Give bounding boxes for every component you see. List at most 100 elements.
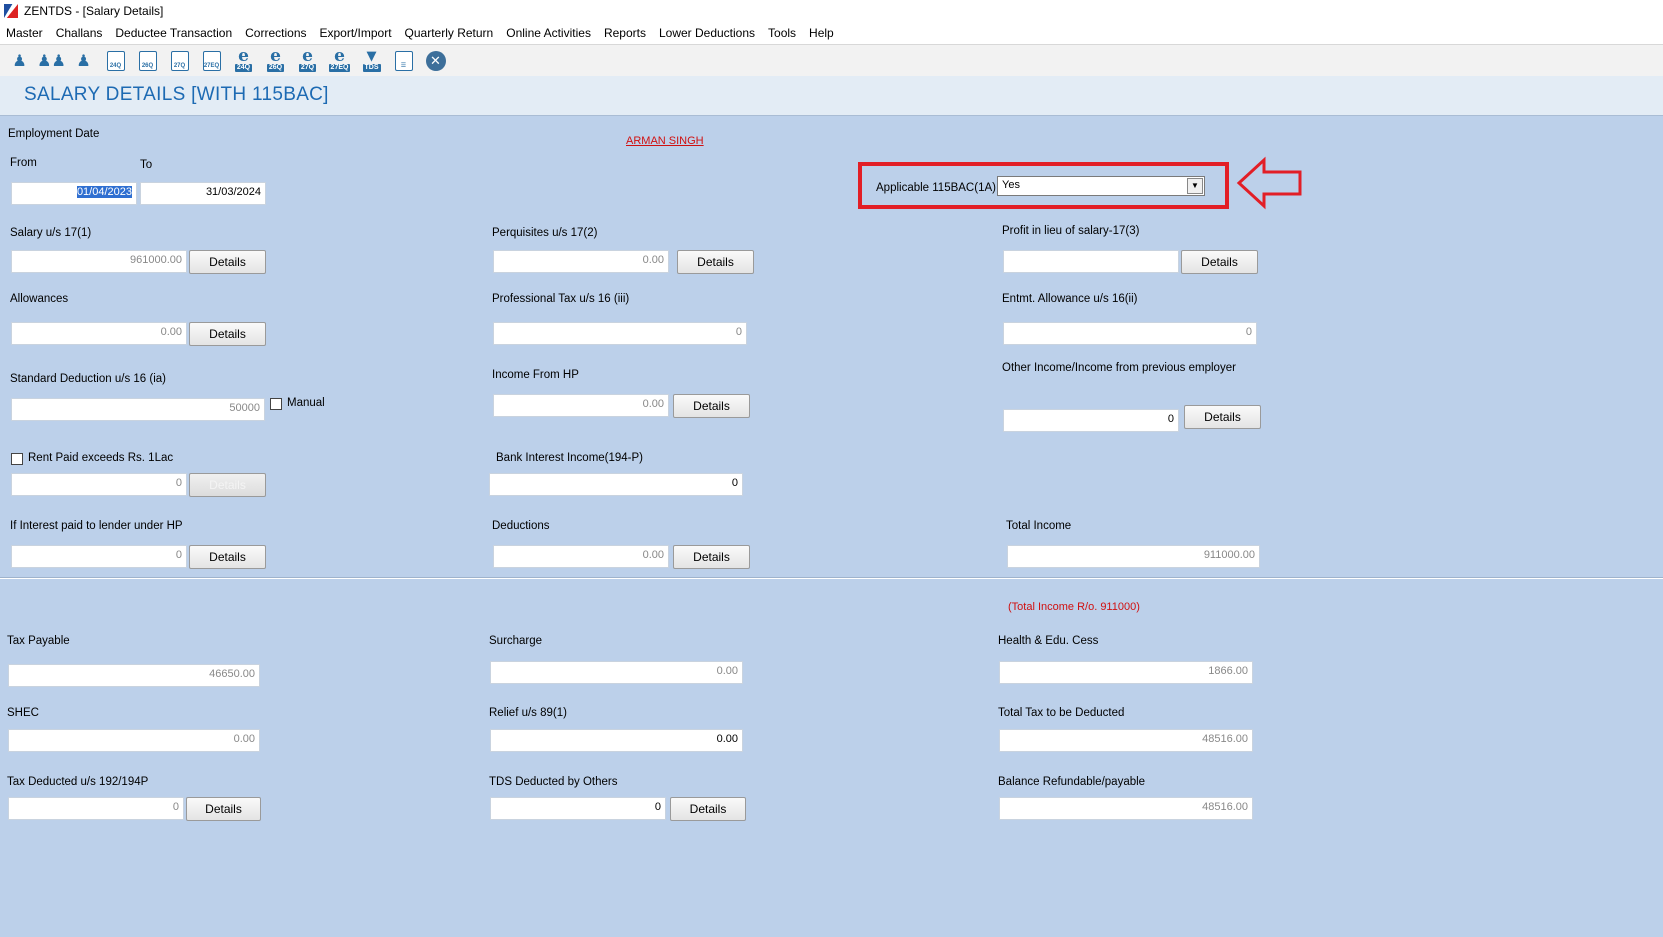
profit-17-3-field[interactable]: [1003, 250, 1179, 273]
interest-lender-field[interactable]: 0: [11, 545, 187, 568]
close-button[interactable]: ✕: [422, 48, 449, 74]
tds-others-label: TDS Deducted by Others: [489, 776, 618, 788]
surcharge-label: Surcharge: [489, 635, 543, 647]
menu-reports[interactable]: Reports: [604, 26, 646, 40]
toolbar: ♟ ♟♟ ♟ 24Q 26Q 27Q 27EQ e 24Q e 26Q e 27Q e…: [0, 44, 1663, 76]
balance-field[interactable]: 48516.00: [999, 797, 1253, 820]
relief-89-field[interactable]: 0.00: [490, 729, 743, 752]
from-date-value: 01/04/2023: [76, 186, 132, 198]
form-27q-button[interactable]: 27Q: [166, 48, 193, 74]
to-date-field[interactable]: 31/03/2024: [140, 182, 266, 205]
to-label: To: [140, 159, 153, 171]
total-income-label: Total Income: [1006, 520, 1072, 532]
employee-name-link[interactable]: ARMAN SINGH: [626, 135, 704, 147]
allowances-field[interactable]: 0.00: [11, 322, 187, 345]
standard-deduction-field[interactable]: 50000: [11, 398, 265, 421]
other-income-label: Other Income/Income from previous employ…: [1002, 362, 1236, 374]
balance-label: Balance Refundable/payable: [998, 776, 1146, 788]
tax-deducted-details-button[interactable]: Details: [186, 797, 261, 821]
bank-interest-field[interactable]: 0: [489, 473, 743, 496]
tax-payable-label: Tax Payable: [7, 635, 70, 647]
employee-button[interactable]: ♟: [70, 48, 97, 74]
rent-paid-field[interactable]: 0: [11, 473, 187, 496]
menu-challans[interactable]: Challans: [56, 26, 103, 40]
tax-payable-field[interactable]: 46650.00: [8, 664, 260, 687]
perquisites-details-button[interactable]: Details: [677, 250, 754, 274]
health-cess-label: Health & Edu. Cess: [998, 635, 1099, 647]
deductor-button[interactable]: ♟: [6, 48, 33, 74]
salary-17-1-label: Salary u/s 17(1): [10, 227, 92, 239]
other-income-field[interactable]: 0: [1003, 409, 1179, 432]
menu-deductee-transaction[interactable]: Deductee Transaction: [115, 26, 232, 40]
income-hp-details-button[interactable]: Details: [673, 394, 750, 418]
deductions-field[interactable]: 0.00: [493, 545, 669, 568]
app-logo-icon: [4, 4, 18, 18]
manual-checkbox[interactable]: [270, 398, 282, 410]
tds-others-details-button[interactable]: Details: [670, 797, 746, 821]
tds-button[interactable]: ▼ TDS: [358, 48, 385, 74]
efile-27q-button[interactable]: e 27Q: [294, 45, 321, 74]
menu-quarterly-return[interactable]: Quarterly Return: [405, 26, 494, 40]
menu-corrections[interactable]: Corrections: [245, 26, 306, 40]
professional-tax-field[interactable]: 0: [493, 322, 747, 345]
profit-17-3-label: Profit in lieu of salary-17(3): [1002, 225, 1140, 237]
income-hp-label: Income From HP: [492, 369, 579, 381]
from-date-field[interactable]: 01/04/2023: [11, 182, 137, 205]
form-27eq-button[interactable]: 27EQ: [198, 48, 225, 74]
document-27q-icon: 27Q: [170, 50, 189, 71]
tax-deducted-field[interactable]: 0: [8, 797, 184, 820]
tds-icon: ▼ TDS: [362, 48, 381, 72]
health-cess-field[interactable]: 1866.00: [999, 661, 1253, 684]
title-bar: ZENTDS - [Salary Details]: [0, 0, 1663, 22]
from-label: From: [10, 157, 37, 169]
efile-24q-icon: e 24Q: [234, 45, 253, 72]
applicable-115bac-value: Yes: [1002, 179, 1020, 191]
rent-paid-details-button[interactable]: Details: [189, 473, 266, 497]
form-24q-button[interactable]: 24Q: [102, 48, 129, 74]
menu-export-import[interactable]: Export/Import: [320, 26, 392, 40]
salary-17-1-field[interactable]: 961000.00: [11, 250, 187, 273]
efile-24q-button[interactable]: e 24Q: [230, 45, 257, 74]
deductions-label: Deductions: [492, 520, 550, 532]
income-hp-field[interactable]: 0.00: [493, 394, 669, 417]
entmt-allowance-field[interactable]: 0: [1003, 322, 1257, 345]
surcharge-field[interactable]: 0.00: [490, 661, 743, 684]
menu-master[interactable]: Master: [6, 26, 43, 40]
menu-tools[interactable]: Tools: [768, 26, 796, 40]
employment-date-label: Employment Date: [8, 128, 100, 140]
total-tax-field[interactable]: 48516.00: [999, 729, 1253, 752]
total-income-field[interactable]: 911000.00: [1007, 545, 1260, 568]
page-title: SALARY DETAILS [WITH 115BAC]: [24, 84, 329, 105]
group-icon: ♟♟: [37, 52, 66, 70]
window-title: ZENTDS - [Salary Details]: [24, 4, 164, 18]
applicable-115bac-select[interactable]: Yes ▼: [997, 176, 1205, 196]
efile-27eq-button[interactable]: e 27EQ: [326, 47, 353, 74]
menu-online-activities[interactable]: Online Activities: [506, 26, 591, 40]
menu-help[interactable]: Help: [809, 26, 834, 40]
report-button[interactable]: ☰: [390, 48, 417, 74]
tax-deducted-label: Tax Deducted u/s 192/194P: [7, 776, 149, 788]
standard-deduction-label: Standard Deduction u/s 16 (ia): [10, 373, 166, 385]
document-26q-icon: 26Q: [138, 50, 157, 71]
perquisites-field[interactable]: 0.00: [493, 250, 669, 273]
tds-others-field[interactable]: 0: [490, 797, 666, 820]
form-26q-button[interactable]: 26Q: [134, 48, 161, 74]
shec-label: SHEC: [7, 707, 39, 719]
entmt-allowance-label: Entmt. Allowance u/s 16(ii): [1002, 293, 1138, 305]
menu-lower-deductions[interactable]: Lower Deductions: [659, 26, 755, 40]
allowances-label: Allowances: [10, 293, 69, 305]
profit-details-button[interactable]: Details: [1181, 250, 1258, 274]
allowances-details-button[interactable]: Details: [189, 322, 266, 346]
rent-paid-checkbox[interactable]: [11, 453, 23, 465]
efile-26q-button[interactable]: e 26Q: [262, 47, 289, 74]
shec-field[interactable]: 0.00: [8, 729, 260, 752]
efile-27q-icon: e 27Q: [298, 45, 317, 72]
chevron-down-icon: ▼: [1187, 178, 1203, 194]
document-27eq-icon: 27EQ: [202, 50, 221, 71]
interest-lender-label: If Interest paid to lender under HP: [10, 520, 183, 532]
other-income-details-button[interactable]: Details: [1184, 405, 1261, 429]
deductions-details-button[interactable]: Details: [673, 545, 750, 569]
deductees-button[interactable]: ♟♟: [37, 48, 66, 74]
interest-lender-details-button[interactable]: Details: [189, 545, 266, 569]
salary-details-button[interactable]: Details: [189, 250, 266, 274]
